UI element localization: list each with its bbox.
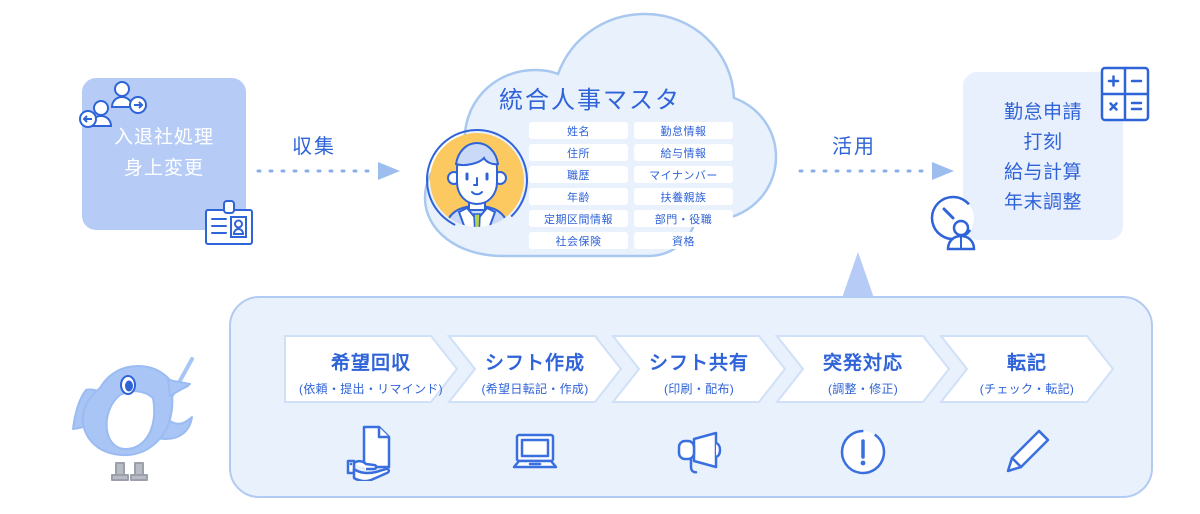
workflow-step-icons: [283, 420, 1113, 484]
clock-person-icon: [930, 195, 976, 251]
step-subtitle: (チェック・転記): [979, 382, 1075, 396]
field-pill: 職歴: [529, 166, 628, 183]
calculator-icon: [1100, 66, 1150, 122]
workflow-step[interactable]: シフト共有 (印刷・配布): [611, 334, 787, 404]
field-row: 住所 給与情報: [529, 144, 733, 161]
field-pill: 年齢: [529, 188, 628, 205]
field-row: 定期区間情報 部門・役職: [529, 210, 733, 227]
field-pill: 姓名: [529, 122, 628, 139]
step-title: シフト作成: [484, 353, 585, 374]
field-row: 年齢 扶養親族: [529, 188, 733, 205]
field-row: 姓名 勤怠情報: [529, 122, 733, 139]
field-pill: 扶養親族: [634, 188, 733, 205]
step-subtitle: (調整・修正): [827, 382, 899, 396]
workflow-steps: 希望回収 (依頼・提出・リマインド) シフト作成 (希望日転記・作成) シフト共…: [283, 334, 1113, 404]
bird-mascot: [72, 357, 194, 481]
laptop-icon: [447, 420, 623, 484]
field-pill: 勤怠情報: [634, 122, 733, 139]
field-pill: 住所: [529, 144, 628, 161]
id-card-icon: [205, 200, 253, 245]
step-title: 転記: [1006, 353, 1047, 374]
step-title: 希望回収: [330, 353, 411, 374]
step-title: 突発対応: [822, 353, 903, 374]
field-pill: マイナンバー: [634, 166, 733, 183]
step-subtitle: (依頼・提出・リマインド): [299, 382, 443, 396]
cloud-title: 統合人事マスタ: [499, 87, 681, 114]
diagram-canvas: 入退社処理 身上変更 収集 統合人事マスタ 姓名 勤怠情報 住所 給与情報 職歴…: [0, 0, 1200, 514]
person-avatar: [426, 129, 528, 231]
step-title: シフト共有: [648, 353, 749, 374]
pencil-icon: [939, 420, 1115, 484]
utilize-arrow: [798, 162, 954, 180]
collect-label: 収集: [292, 136, 336, 158]
field-pill: 社会保険: [529, 232, 628, 249]
collect-arrow: [256, 162, 400, 180]
field-pill: 給与情報: [634, 144, 733, 161]
hand-document-icon: [283, 420, 459, 484]
workflow-step[interactable]: シフト作成 (希望日転記・作成): [447, 334, 623, 404]
hr-master-cloud: 統合人事マスタ 姓名 勤怠情報 住所 給与情報 職歴 マイナンバー 年齢 扶養親…: [395, 8, 785, 278]
field-row: 職歴 マイナンバー: [529, 166, 733, 183]
exclamation-circle-icon: [775, 420, 951, 484]
field-pill: 定期区間情報: [529, 210, 628, 227]
workflow-step[interactable]: 希望回収 (依頼・提出・リマインド): [283, 334, 459, 404]
field-pill: 部門・役職: [634, 210, 733, 227]
megaphone-icon: [611, 420, 787, 484]
hr-field-list: 姓名 勤怠情報 住所 給与情報 職歴 マイナンバー 年齢 扶養親族 定期区間情報…: [529, 122, 733, 254]
step-subtitle: (印刷・配布): [663, 382, 735, 396]
people-in-out-icon: [79, 81, 147, 128]
step-subtitle: (希望日転記・作成): [481, 382, 589, 396]
workflow-step[interactable]: 突発対応 (調整・修正): [775, 334, 951, 404]
field-pill: 資格: [634, 232, 733, 249]
workflow-step[interactable]: 転記 (チェック・転記): [939, 334, 1115, 404]
utilize-label: 活用: [832, 136, 876, 158]
field-row: 社会保険 資格: [529, 232, 733, 249]
panel-connector-arrow: [842, 252, 874, 298]
